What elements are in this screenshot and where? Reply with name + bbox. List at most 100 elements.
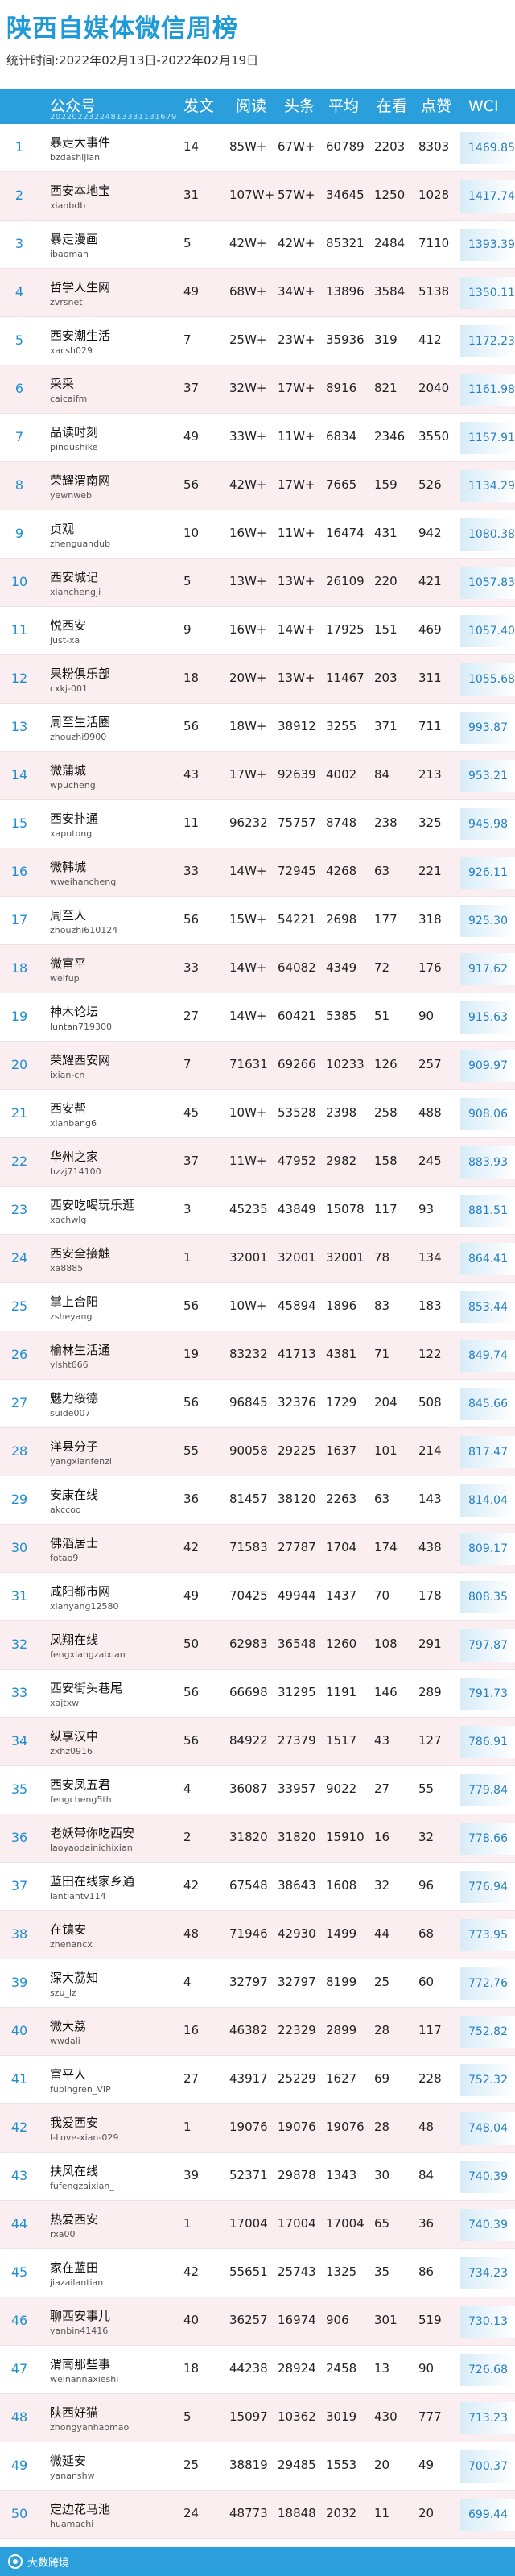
table-row[interactable]: 34 纵享汉中 zxhz0916 56 84922 27379 1517 43 127 786.9… — [0, 1718, 515, 1766]
table-row[interactable]: 5 西安潮生活 xacsh029 7 25W+ 23W+ 35936 319 412 1172.2… — [0, 317, 515, 365]
col-wci[interactable]: WCI — [468, 89, 499, 124]
table-row[interactable]: 20 荣耀西安网 ixian-cn 7 71631 69266 10233 126 257 909… — [0, 1042, 515, 1090]
table-row[interactable]: 21 西安帮 xianbang6 45 10W+ 53528 2398 258 488 908.0… — [0, 1090, 515, 1138]
headline-value: 17W+ — [278, 477, 315, 492]
table-row[interactable]: 46 聊西安事儿 yanbin41416 40 36257 16974 906 301 519 7… — [0, 2297, 515, 2346]
table-row[interactable]: 7 品读时刻 pindushike 49 33W+ 11W+ 6834 2346 3550 115… — [0, 414, 515, 462]
table-row[interactable]: 27 魅力绥德 suide007 56 96845 32376 1729 204 508 845.… — [0, 1380, 515, 1428]
col-posts-value: 1 — [183, 2120, 192, 2134]
table-row[interactable]: 47 渭南那些事 weinannaxieshi 18 44238 28924 2458 13 9… — [0, 2346, 515, 2394]
reads-value: 19076 — [229, 2120, 268, 2134]
reads-value: 107W+ — [229, 188, 275, 202]
table-row[interactable]: 35 西安凤五君 fengcheng5th 4 36087 33957 9022 27 55 77… — [0, 1766, 515, 1814]
headline-value: 25743 — [278, 2264, 316, 2279]
account-id: luntan719300 — [50, 1022, 113, 1032]
table-row[interactable]: 18 微富平 weifup 33 14W+ 64082 4349 72 176 917.62 — [0, 945, 515, 993]
table-row[interactable]: 32 凤翔在线 fengxiangzaixian 50 62983 36548 1260 10… — [0, 1621, 515, 1670]
account-id: szu_lz — [50, 1988, 76, 1998]
table-row[interactable]: 8 荣耀渭南网 yewnweb 56 42W+ 17W+ 7665 159 526 1134.29 — [0, 462, 515, 510]
table-row[interactable]: 30 佛滔居士 fotao9 42 71583 27787 1704 174 438 809.17 — [0, 1525, 515, 1573]
table-row[interactable]: 39 深大荔知 szu_lz 4 32797 32797 8199 25 60 772.76 — [0, 1959, 515, 2008]
reads-value: 14W+ — [229, 960, 267, 975]
looking-value: 63 — [374, 864, 390, 878]
table-row[interactable]: 14 微蒲城 wpucheng 43 17W+ 92639 4002 84 213 953.21 — [0, 752, 515, 800]
table-row[interactable]: 9 贞观 zhenguandub 10 16W+ 11W+ 16474 431 942 1080.… — [0, 510, 515, 559]
headline-value: 22329 — [278, 2023, 316, 2037]
table-row[interactable]: 17 周至人 zhouzhi610124 56 15W+ 54221 2698 177 318 9… — [0, 897, 515, 945]
headline-value: 17004 — [278, 2216, 316, 2231]
table-row[interactable]: 33 西安街头巷尾 xajtxw 56 66698 31295 1191 146 289 791.… — [0, 1670, 515, 1718]
col-posts-value: 49 — [183, 429, 200, 444]
table-row[interactable]: 10 西安城记 xianchengji 5 13W+ 13W+ 26109 220 421 105… — [0, 559, 515, 607]
account-name: 悦西安 — [50, 618, 87, 633]
reads-value: 14W+ — [229, 1009, 267, 1023]
headline-value: 27787 — [278, 1540, 316, 1554]
table-row[interactable]: 11 悦西安 just-xa 9 16W+ 14W+ 17925 151 469 1057.40 — [0, 607, 515, 655]
reads-value: 31820 — [229, 1830, 268, 1844]
reads-value: 18W+ — [229, 719, 267, 733]
wci-value: 993.87 — [460, 712, 515, 744]
table-row[interactable]: 50 定边花马池 huamachi 24 48773 18848 2032 11 20 699.4… — [0, 2491, 515, 2539]
table-row[interactable]: 45 家在蓝田 jiazailantian 42 55651 25743 1325 35 86 7… — [0, 2249, 515, 2297]
rank-number: 49 — [10, 2458, 28, 2473]
looking-value: 101 — [374, 1443, 398, 1458]
table-row[interactable]: 22 华州之家 hzzj714100 37 11W+ 47952 2982 158 245 883… — [0, 1138, 515, 1187]
table-row[interactable]: 23 西安吃喝玩乐逛 xachwlg 3 45235 43849 15078 117 93 881… — [0, 1187, 515, 1235]
avg-value: 1343 — [326, 2168, 357, 2182]
col-posts-value: 4 — [183, 1781, 192, 1796]
wci-value: 953.21 — [460, 760, 515, 792]
table-row[interactable]: 4 哲学人生网 zvrsnet 49 68W+ 34W+ 13896 3584 5138 1350… — [0, 269, 515, 317]
table-row[interactable]: 36 老妖带你吃西安 laoyaodainichixian 2 31820 31820 15… — [0, 1814, 515, 1863]
table-row[interactable]: 15 西安扑通 xaputong 11 96232 75757 8748 238 325 945.… — [0, 800, 515, 848]
table-row[interactable]: 37 蓝田在线家乡通 lantiantv114 42 67548 38643 1608 32 9… — [0, 1863, 515, 1911]
headline-value: 38120 — [278, 1492, 316, 1506]
col-posts-value: 56 — [183, 1395, 200, 1410]
account-name: 暴走大事件 — [50, 135, 111, 150]
col-looking[interactable]: 在看 — [377, 89, 407, 124]
col-posts-value: 43 — [183, 767, 200, 782]
table-row[interactable]: 25 掌上合阳 zsheyang 56 10W+ 45894 1896 83 183 853.44 — [0, 1283, 515, 1331]
rank-number: 44 — [10, 2216, 28, 2231]
table-row[interactable]: 26 榆林生活通 ylsht666 19 83232 41713 4381 71 122 849.… — [0, 1331, 515, 1380]
table-row[interactable]: 16 微韩城 wweihancheng 33 14W+ 72945 4268 63 221 926… — [0, 848, 515, 897]
table-row[interactable]: 28 洋县分子 yangxianfenzi 55 90058 29225 1637 101 21… — [0, 1428, 515, 1476]
table-row[interactable]: 29 安康在线 akccoo 36 81457 38120 2263 63 143 814.04 — [0, 1476, 515, 1525]
col-posts-value: 40 — [183, 2313, 200, 2327]
reads-value: 71946 — [229, 1926, 268, 1941]
looking-value: 84 — [374, 767, 390, 782]
col-posts[interactable]: 发文 — [183, 89, 214, 124]
table-row[interactable]: 6 采采 caicaifm 37 32W+ 17W+ 8916 821 2040 1161.98 — [0, 365, 515, 414]
table-row[interactable]: 3 暴走漫画 ibaoman 5 42W+ 42W+ 85321 2484 7110 1393.3… — [0, 221, 515, 269]
table-row[interactable]: 12 果粉俱乐部 cxkj-001 18 20W+ 13W+ 11467 203 311 1055… — [0, 655, 515, 704]
headline-value: 33957 — [278, 1781, 316, 1796]
table-row[interactable]: 44 热爱西安 rxa00 1 17004 17004 17004 65 36 740.39 — [0, 2201, 515, 2249]
table-row[interactable]: 13 周至生活圈 zhouzhi9900 56 18W+ 38912 3255 371 711 9… — [0, 704, 515, 752]
table-row[interactable]: 43 扶风在线 fufengzaixian_ 39 52371 29878 1343 30 84… — [0, 2153, 515, 2201]
reads-value: 17W+ — [229, 767, 267, 782]
table-row[interactable]: 42 我爱西安 I-Love-xian-029 1 19076 19076 19076 28 4… — [0, 2104, 515, 2153]
col-posts-value: 1 — [183, 2216, 192, 2231]
wci-value: 1080.38 — [460, 518, 515, 551]
looking-value: 177 — [374, 912, 398, 927]
table-row[interactable]: 1 暴走大事件 bzdashijian 14 85W+ 67W+ 60789 2203 8303… — [0, 124, 515, 172]
table-row[interactable]: 41 富平人 fupingren_VIP 27 43917 25229 1627 69 228 7… — [0, 2056, 515, 2104]
col-headline[interactable]: 头条 — [284, 89, 315, 124]
col-posts-value: 18 — [183, 671, 200, 685]
col-avg[interactable]: 平均 — [328, 89, 359, 124]
headline-value: 31820 — [278, 1830, 316, 1844]
account-id: zhenguandub — [50, 539, 111, 549]
account-id: pindushike — [50, 442, 98, 452]
table-row[interactable]: 40 微大荔 wwdali 16 46382 22329 2899 28 117 752.82 — [0, 2008, 515, 2056]
table-row[interactable]: 19 神木论坛 luntan719300 27 14W+ 60421 5385 51 90 915… — [0, 993, 515, 1042]
table-row[interactable]: 38 在镇安 zhenancx 48 71946 42930 1499 44 68 773.95 — [0, 1911, 515, 1959]
table-row[interactable]: 49 微延安 yananshw 25 38819 29485 1553 20 49 700.37 — [0, 2442, 515, 2491]
account-id: xianyang12580 — [50, 1601, 119, 1612]
table-row[interactable]: 2 西安本地宝 xianbdb 31 107W+ 57W+ 34645 1250 1028 141… — [0, 172, 515, 221]
account-id: cxkj-001 — [50, 683, 88, 694]
col-likes[interactable]: 点赞 — [421, 89, 451, 124]
table-row[interactable]: 48 陕西好猫 zhongyanhaomao 5 15097 10362 3019 430 77… — [0, 2394, 515, 2442]
table-row[interactable]: 31 咸阳都市网 xianyang12580 49 70425 49944 1437 70 17… — [0, 1573, 515, 1621]
col-reads[interactable]: 阅读 — [236, 89, 266, 124]
table-row[interactable]: 24 西安全接触 xa8885 1 32001 32001 32001 78 134 864.41 — [0, 1235, 515, 1283]
wci-value: 849.74 — [460, 1340, 515, 1372]
